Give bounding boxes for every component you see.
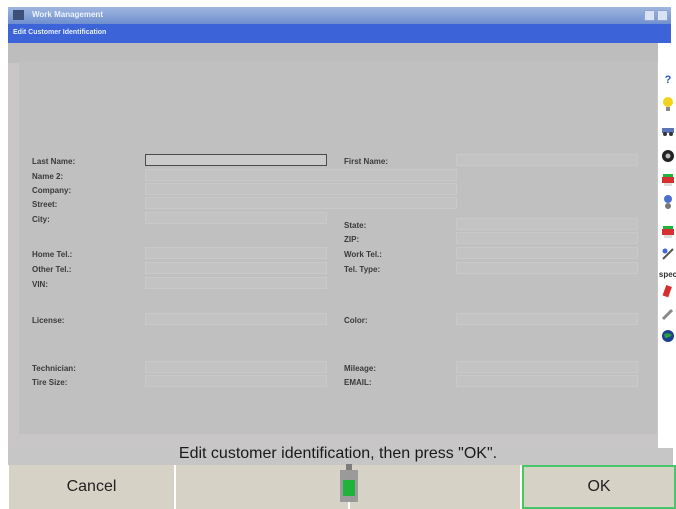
- tools-icon[interactable]: [661, 247, 675, 261]
- street-input[interactable]: [145, 197, 457, 209]
- field-label: Tire Size:: [32, 378, 68, 387]
- field-label: First Name:: [344, 157, 389, 166]
- softkey-bar: Cancel OK: [0, 465, 676, 509]
- field-label: State:: [344, 221, 367, 230]
- field-label: Color:: [344, 316, 368, 325]
- field-label: Home Tel.:: [32, 250, 73, 259]
- field-label: Mileage:: [344, 364, 377, 373]
- vehicle-icon[interactable]: [661, 123, 675, 137]
- cancel-button[interactable]: Cancel: [9, 465, 174, 509]
- license-input[interactable]: [145, 313, 327, 325]
- pen-icon[interactable]: [661, 307, 675, 321]
- field-label: License:: [32, 316, 65, 325]
- tel-type-input[interactable]: [456, 262, 638, 274]
- help-icon[interactable]: ?: [661, 73, 675, 87]
- name2-input[interactable]: [145, 169, 457, 181]
- close-button[interactable]: [657, 10, 668, 21]
- softkey-blank-1[interactable]: [176, 465, 348, 509]
- field-label: EMAIL:: [344, 378, 372, 387]
- work-tel-input[interactable]: [456, 247, 638, 259]
- technician-input[interactable]: [145, 361, 327, 373]
- tire-size-input[interactable]: [145, 375, 327, 387]
- email-input[interactable]: [456, 375, 638, 387]
- field-label: City:: [32, 215, 50, 224]
- instruction-text: Edit customer identification, then press…: [178, 445, 498, 462]
- last-name-input[interactable]: [145, 154, 327, 166]
- vin-input[interactable]: [145, 277, 327, 289]
- printer-icon[interactable]: [661, 173, 675, 187]
- state-input[interactable]: [456, 218, 638, 230]
- toolbar-strip: [8, 43, 658, 63]
- zip-input[interactable]: [456, 232, 638, 244]
- tire-icon[interactable]: [661, 149, 675, 163]
- window-title: Work Management: [32, 10, 103, 19]
- progress-gauge-icon: [340, 464, 358, 502]
- spec-icon[interactable]: spec: [659, 267, 676, 281]
- field-label: VIN:: [32, 280, 48, 289]
- printer-icon[interactable]: [661, 225, 675, 239]
- title-bar: Work Management: [8, 7, 671, 24]
- tool-sidebar: ? spec: [658, 63, 676, 353]
- customer-form: Last Name: First Name: Name 2: Company: …: [19, 62, 657, 434]
- city-input[interactable]: [145, 212, 327, 224]
- subtitle-bar: Edit Customer Identification: [8, 24, 671, 43]
- minimize-button[interactable]: [644, 10, 655, 21]
- lightbulb-icon[interactable]: [661, 97, 675, 111]
- company-input[interactable]: [145, 183, 457, 195]
- gauge-fill: [343, 480, 355, 496]
- dialog-title: Edit Customer Identification: [13, 29, 107, 36]
- gauge-cap: [346, 464, 352, 470]
- wrench-icon[interactable]: [661, 285, 675, 299]
- field-label: Tel. Type:: [344, 265, 381, 274]
- field-label: Company:: [32, 186, 72, 195]
- field-label: Last Name:: [32, 157, 76, 166]
- field-label: Street:: [32, 200, 58, 209]
- settings-icon[interactable]: [661, 195, 675, 209]
- field-label: Name 2:: [32, 172, 64, 181]
- field-label: Other Tel.:: [32, 265, 72, 274]
- home-tel-input[interactable]: [145, 247, 327, 259]
- field-label: Work Tel.:: [344, 250, 382, 259]
- color-input[interactable]: [456, 313, 638, 325]
- other-tel-input[interactable]: [145, 262, 327, 274]
- app-icon: [13, 10, 24, 20]
- field-label: Technician:: [32, 364, 76, 373]
- softkey-blank-2[interactable]: [350, 465, 520, 509]
- ok-button[interactable]: OK: [522, 465, 676, 509]
- field-label: ZIP:: [344, 235, 360, 244]
- globe-icon[interactable]: [661, 329, 675, 343]
- first-name-input[interactable]: [456, 154, 638, 166]
- mileage-input[interactable]: [456, 361, 638, 373]
